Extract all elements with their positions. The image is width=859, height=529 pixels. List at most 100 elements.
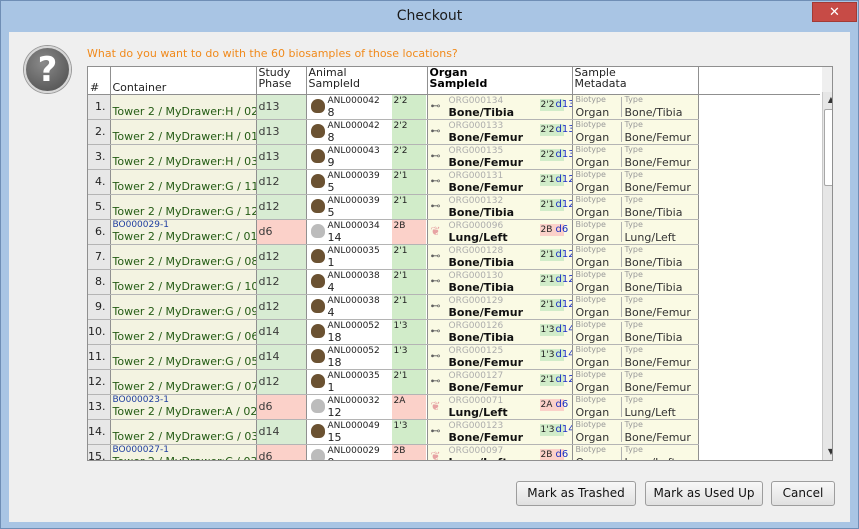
study-phase-cell: d12	[256, 294, 307, 320]
organ-sample-id: ORG000125	[448, 345, 504, 356]
header-line: Phase	[258, 77, 292, 90]
column-header-container[interactable]: Container	[110, 67, 257, 95]
metadata-separator	[620, 321, 622, 342]
animal-sample-id: ANL000035	[327, 245, 380, 256]
organ-cell: ⊷ORG000125Bone/Femur1'3d14	[427, 344, 573, 370]
row-number: 10.	[88, 319, 111, 345]
animal-cell: ANL000039 5 2'1	[306, 194, 428, 220]
table-row[interactable]: 2. Tower 2 / MyDrawer:H / 01 d13 ANL000042 8…	[88, 119, 820, 145]
type-label: Type	[624, 444, 643, 454]
column-header-number[interactable]: #	[88, 67, 111, 95]
type-label: Type	[624, 344, 643, 354]
metadata-separator	[620, 446, 622, 460]
empty-cell	[698, 144, 820, 169]
animal-group-badge-fill	[391, 131, 426, 143]
table-row[interactable]: 7. Tower 2 / MyDrawer:G / 08 d12 ANL000035 1…	[88, 244, 820, 270]
animal-number: 9	[328, 456, 335, 461]
biotype-value: Organ	[575, 305, 610, 319]
animal-group-badge-fill	[391, 331, 426, 343]
mark-as-trashed-button[interactable]: Mark as Trashed	[516, 481, 636, 506]
scroll-up-arrow-icon[interactable]: ▲	[823, 92, 832, 108]
biotype-value: Organ	[575, 255, 610, 269]
table-row[interactable]: 10. Tower 2 / MyDrawer:G / 06 d14 ANL000052…	[88, 319, 820, 345]
mark-as-used-up-button[interactable]: Mark as Used Up	[645, 481, 763, 506]
animal-group-badge: 2B	[391, 444, 426, 457]
column-header-study-phase[interactable]: Study Phase	[256, 67, 307, 95]
dialog-client-area: ? What do you want to do with the 60 bio…	[9, 32, 850, 522]
type-value: Bone/Femur	[624, 130, 691, 144]
study-phase-cell: d12	[256, 194, 307, 220]
container-cell: Tower 2 / MyDrawer:H / 01	[110, 119, 257, 145]
type-label: Type	[624, 244, 643, 254]
animal-sample-id: ANL000039	[327, 170, 380, 181]
metadata-separator	[620, 396, 622, 417]
table-row[interactable]: 1. Tower 2 / MyDrawer:H / 02 d13 ANL000042 8…	[88, 94, 820, 120]
row-number: 14.	[88, 419, 111, 445]
organ-phase: d12	[555, 298, 572, 310]
biotype-label: Biotype	[575, 269, 606, 279]
animal-group-badge-fill	[391, 381, 426, 393]
organ-name: Bone/Tibia	[448, 205, 515, 219]
table-row[interactable]: 5. Tower 2 / MyDrawer:G / 12 d12 ANL000039 5…	[88, 194, 820, 220]
animal-cell: ANL000043 9 2'2	[306, 144, 428, 170]
study-phase-cell: d12	[256, 244, 307, 270]
column-header-organ[interactable]: Organ SampleId	[427, 67, 573, 95]
animal-cell: ANL000034 14 2B	[306, 219, 428, 245]
organ-phase: d13	[555, 123, 572, 135]
organ-name: Bone/Tibia	[448, 255, 515, 269]
biotype-label: Biotype	[575, 94, 606, 104]
bone-icon: ⊷	[430, 250, 441, 262]
animal-group-badge: 2'1	[391, 369, 426, 382]
table-row[interactable]: 3. Tower 2 / MyDrawer:H / 03 d13 ANL000043 9…	[88, 144, 820, 170]
column-header-animal[interactable]: Animal SampleId	[306, 67, 428, 95]
table-row[interactable]: 14. Tower 2 / MyDrawer:G / 03 d14 ANL000049…	[88, 419, 820, 445]
animal-number: 1	[327, 255, 335, 269]
empty-cell	[698, 344, 820, 369]
metadata-cell: Biotype Type Organ Bone/Femur	[572, 294, 699, 320]
rat-icon	[310, 98, 325, 113]
table-row[interactable]: 8. Tower 2 / MyDrawer:G / 10 d12 ANL000038 4…	[88, 269, 820, 295]
metadata-cell: Biotype Type Organ Bone/Tibia	[572, 319, 699, 345]
table-row[interactable]: 12. Tower 2 / MyDrawer:G / 07 d12 ANL000035…	[88, 369, 820, 395]
metadata-cell: Biotype Type Organ Bone/Femur	[572, 144, 699, 170]
organ-phase: d6	[555, 398, 569, 410]
biotype-label: Biotype	[575, 169, 606, 179]
vertical-scrollbar[interactable]: ▲ ▼	[822, 92, 832, 460]
scroll-thumb[interactable]	[824, 109, 832, 186]
biotype-value: Organ	[575, 330, 610, 344]
animal-number: 15	[327, 430, 342, 444]
organ-sample-id: ORG000129	[448, 295, 504, 306]
container-location: Tower 2 / MyDrawer:G / 05	[112, 354, 256, 368]
organ-cell: ❦ ORG000096 Lung/Left 2B d6	[427, 219, 573, 245]
biotype-label: Biotype	[575, 194, 606, 204]
table-row[interactable]: 13. BO000023-1 Tower 2 / MyDrawer:A / 02 d6…	[88, 394, 820, 420]
scroll-down-arrow-icon[interactable]: ▼	[823, 444, 832, 460]
rat-icon	[310, 148, 325, 163]
biotype-label: Biotype	[575, 144, 606, 154]
organ-sample-id: ORG000128	[448, 245, 504, 256]
bone-icon: ⊷	[430, 125, 441, 137]
column-header-metadata[interactable]: Sample Metadata	[572, 67, 699, 95]
animal-sample-id: ANL000043	[327, 145, 380, 156]
close-button[interactable]: ✕	[812, 2, 857, 22]
organ-cell: ❦ ORG000071 Lung/Left 2A d6	[427, 394, 573, 420]
table-row[interactable]: 9. Tower 2 / MyDrawer:G / 09 d12 ANL000038 4…	[88, 294, 820, 320]
study-phase-cell: d12	[256, 369, 307, 395]
animal-number: 9	[327, 155, 335, 169]
bone-icon: ⊷	[430, 375, 441, 387]
lung-icon: ❦	[430, 223, 441, 238]
animal-cell: ANL000038 4 2'1	[306, 269, 428, 295]
animal-group-badge-fill	[391, 206, 426, 218]
biotype-label: Biotype	[575, 119, 606, 129]
metadata-cell: Biotype Type Organ Bone/Femur	[572, 169, 699, 195]
type-value: Lung/Left	[624, 405, 676, 419]
animal-sample-id: ANL000038	[327, 270, 380, 281]
cancel-button[interactable]: Cancel	[771, 481, 835, 506]
organ-phase: d14	[555, 323, 572, 335]
table-row[interactable]: 6. BO000029-1 Tower 2 / MyDrawer:C / 01 d6 A…	[88, 219, 820, 245]
table-row[interactable]: 15. BO000027-1 Tower 2 / MyDrawer:C / 03 d6…	[88, 444, 820, 461]
empty-cell	[698, 94, 820, 119]
animal-group-badge-fill	[391, 456, 426, 460]
table-row[interactable]: 4. Tower 2 / MyDrawer:G / 11 d12 ANL000039 5…	[88, 169, 820, 195]
table-row[interactable]: 11. Tower 2 / MyDrawer:G / 05 d14 ANL000052…	[88, 344, 820, 370]
